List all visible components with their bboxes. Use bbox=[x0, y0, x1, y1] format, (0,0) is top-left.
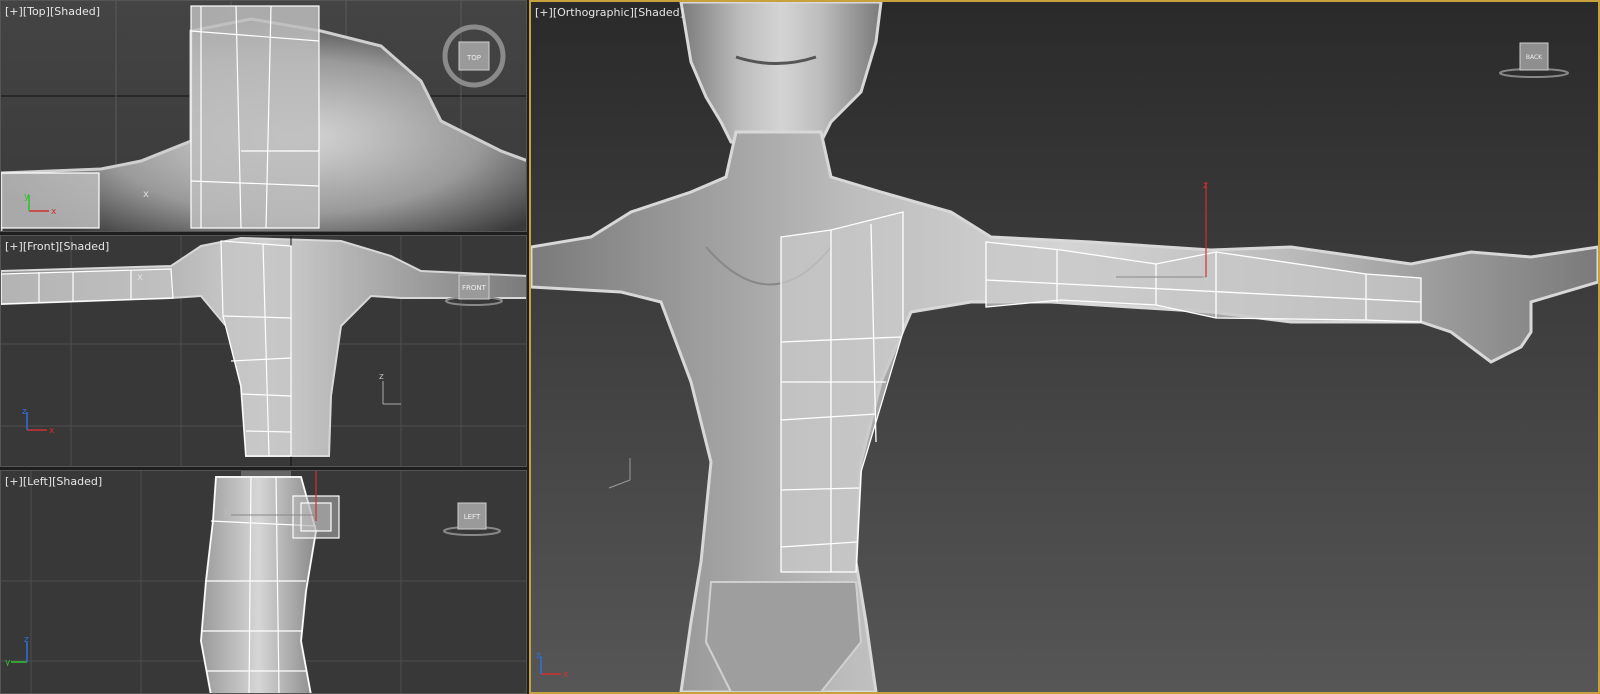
gizmo-x-label: x bbox=[143, 189, 149, 200]
viewport-menu[interactable]: [+] bbox=[5, 5, 23, 18]
shading-mode[interactable]: [Shaded] bbox=[59, 240, 109, 253]
viewport-label-top[interactable]: [+][Top][Shaded] bbox=[5, 5, 100, 18]
axis-a-label: y bbox=[24, 192, 30, 202]
shading-mode[interactable]: [Shaded] bbox=[52, 475, 102, 488]
gizmo-z-label: z bbox=[379, 372, 384, 382]
axis-tripod-icon: y z bbox=[5, 635, 29, 668]
axis-b-label: y bbox=[5, 658, 11, 666]
front-viewport[interactable]: x z [+][Front][Shaded] FRONT x z bbox=[0, 235, 527, 467]
viewcube-face-label: FRONT bbox=[462, 284, 487, 292]
viewcube-face-label: BACK bbox=[1526, 54, 1543, 61]
axis-b-label: x bbox=[51, 207, 57, 217]
gizmo-y-label: y bbox=[1203, 274, 1209, 285]
left-viewport[interactable]: y [+][Left][Shaded] LEFT y z bbox=[0, 470, 527, 694]
gizmo-y-label: y bbox=[223, 507, 229, 518]
shading-mode[interactable]: [Shaded] bbox=[50, 5, 100, 18]
axis-tripod-icon: x z bbox=[22, 407, 55, 436]
axis-tripod: x z bbox=[21, 406, 61, 440]
axis-tripod-icon: x z bbox=[536, 651, 569, 680]
view-type[interactable]: [Orthographic] bbox=[553, 6, 634, 19]
viewcube-face-label: LEFT bbox=[464, 513, 481, 521]
shading-mode[interactable]: [Shaded] bbox=[634, 6, 684, 19]
gizmo-x-label: x bbox=[137, 272, 143, 283]
viewcube-face-label: TOP bbox=[466, 54, 481, 62]
gizmo-z-label: z bbox=[1203, 181, 1208, 191]
orthographic-viewport[interactable]: z x y [+][Orthographic][Shaded] BACK x z bbox=[529, 0, 1600, 694]
viewport-layout: x [+][Top][Shaded] TOP x y x z [+][Front… bbox=[0, 0, 1600, 694]
view-type[interactable]: [Top] bbox=[23, 5, 50, 18]
viewcube[interactable]: BACK bbox=[1496, 40, 1572, 82]
axis-tripod-icon: x y bbox=[24, 192, 57, 217]
viewport-label-left[interactable]: [+][Left][Shaded] bbox=[5, 475, 102, 488]
viewport-label-orthographic[interactable]: [+][Orthographic][Shaded] bbox=[535, 6, 684, 19]
view-type[interactable]: [Left] bbox=[23, 475, 52, 488]
viewcube[interactable]: LEFT bbox=[439, 499, 505, 539]
viewcube[interactable]: FRONT bbox=[441, 271, 507, 311]
axis-a-label: z bbox=[536, 651, 541, 661]
viewport-menu[interactable]: [+] bbox=[535, 6, 553, 19]
axis-a-label: z bbox=[22, 407, 27, 417]
axis-a-label: z bbox=[24, 636, 29, 645]
viewcube-icon: TOP bbox=[442, 24, 506, 88]
viewcube-icon: LEFT bbox=[443, 502, 501, 536]
axis-tripod: x z bbox=[535, 650, 575, 684]
viewcube-icon: FRONT bbox=[445, 274, 503, 306]
viewcube-icon: BACK bbox=[1499, 42, 1569, 78]
top-viewport[interactable]: x [+][Top][Shaded] TOP x y bbox=[0, 0, 527, 232]
axis-b-label: x bbox=[49, 426, 55, 436]
axis-tripod: y z bbox=[3, 635, 43, 670]
axis-b-label: x bbox=[563, 670, 569, 680]
orthographic-viewport-scene[interactable]: z x y bbox=[531, 2, 1598, 692]
viewport-label-front[interactable]: [+][Front][Shaded] bbox=[5, 240, 109, 253]
axis-tripod: x y bbox=[23, 191, 63, 225]
view-type[interactable]: [Front] bbox=[23, 240, 59, 253]
viewport-menu[interactable]: [+] bbox=[5, 240, 23, 253]
viewcube[interactable]: TOP bbox=[441, 23, 507, 89]
gizmo-x-label: x bbox=[1111, 272, 1117, 283]
viewport-menu[interactable]: [+] bbox=[5, 475, 23, 488]
